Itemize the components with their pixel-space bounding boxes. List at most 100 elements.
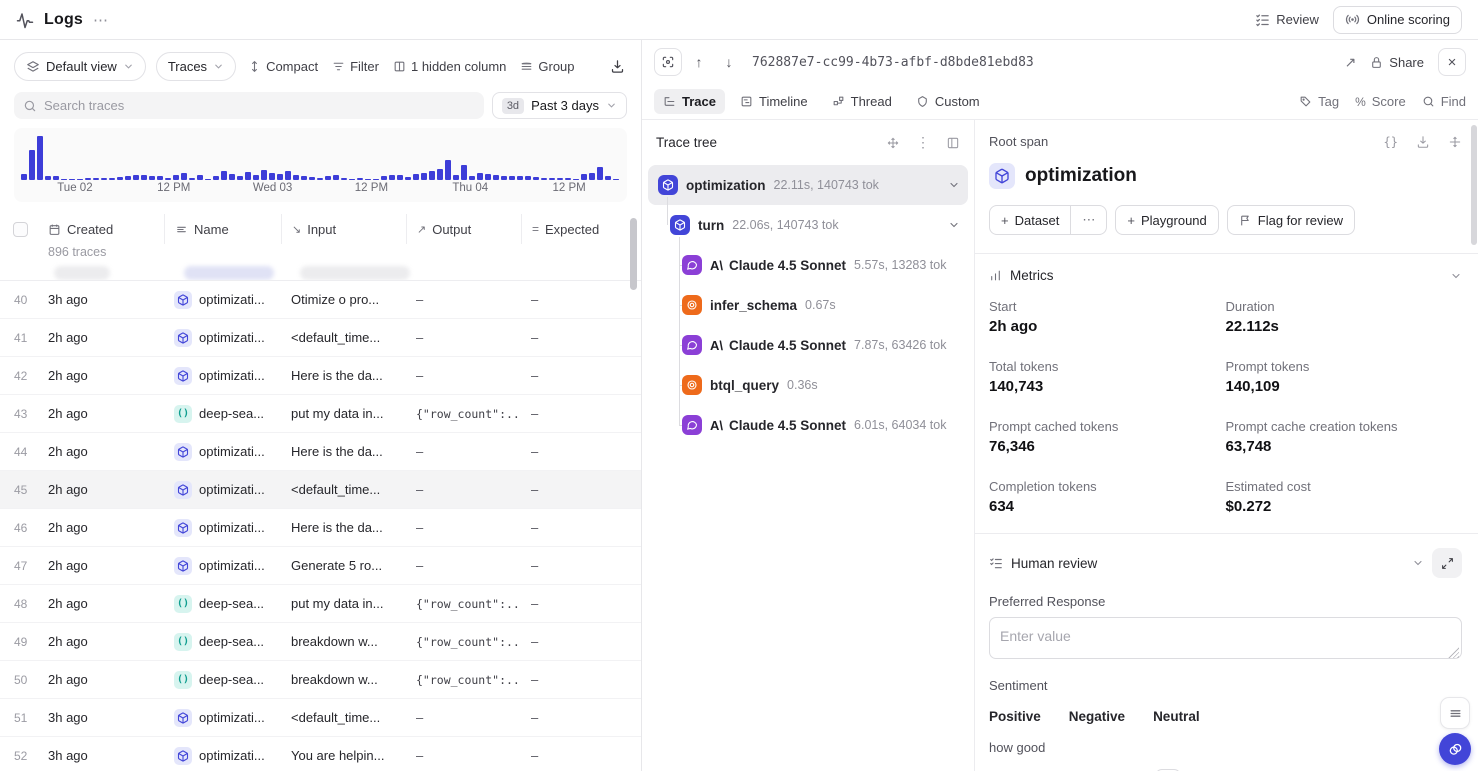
name-cell: optimizati...	[164, 329, 281, 347]
add-playground-button[interactable]: + Playground	[1116, 206, 1217, 234]
preferred-response-input[interactable]	[989, 617, 1462, 659]
view-select[interactable]: Default view	[14, 52, 146, 81]
tag-button[interactable]: Tag	[1299, 94, 1339, 109]
hidden-column-button[interactable]: 1 hidden column	[391, 59, 508, 74]
percent-icon: %	[1355, 95, 1366, 109]
output-cell: {"row_count":...	[406, 673, 521, 687]
select-all-checkbox[interactable]	[13, 222, 28, 237]
json-view-button[interactable]: {}	[1384, 135, 1398, 149]
flag-icon	[1239, 214, 1252, 227]
metric-item: Start2h ago	[989, 299, 1226, 335]
histogram-bar	[405, 177, 411, 180]
open-in-new-icon[interactable]: ↗	[1345, 54, 1357, 71]
table-row[interactable]: 472h agooptimizati...Generate 5 ro...––	[0, 547, 641, 585]
floating-menu-button[interactable]	[1440, 697, 1470, 729]
column-header-output[interactable]: ↗ Output	[406, 214, 521, 244]
compact-toggle[interactable]: Compact	[246, 59, 320, 74]
chevron-down-icon[interactable]	[948, 219, 960, 231]
column-header-name[interactable]: Name	[164, 214, 281, 244]
filter-button[interactable]: Filter	[330, 59, 381, 74]
left-scrollbar[interactable]	[630, 218, 637, 290]
tab-thread[interactable]: Thread	[823, 89, 901, 114]
row-number: 50	[0, 673, 38, 687]
tab-timeline[interactable]: Timeline	[731, 89, 817, 114]
close-panel-button[interactable]: ×	[1438, 48, 1466, 76]
column-icon	[393, 60, 406, 73]
table-row[interactable]: 422h agooptimizati...Here is the da...––	[0, 357, 641, 395]
dataset-more-button[interactable]: ⋯	[1070, 206, 1106, 234]
right-scrollbar[interactable]	[1471, 125, 1477, 245]
tree-span-turn[interactable]: turn22.06s, 140743 tok	[648, 205, 968, 245]
group-button[interactable]: Group	[518, 59, 576, 74]
tree-span-infer-schema[interactable]: infer_schema0.67s	[648, 285, 968, 325]
prev-trace-button[interactable]: ↑	[686, 49, 712, 75]
histogram-bar	[381, 176, 387, 180]
add-dataset-button[interactable]: + Dataset	[990, 206, 1070, 234]
expected-cell: –	[521, 710, 641, 725]
metrics-section-header[interactable]: Metrics	[989, 268, 1462, 283]
more-menu-button[interactable]: ⋯	[93, 11, 109, 29]
human-review-header[interactable]: Human review	[989, 548, 1462, 578]
expand-all-icon[interactable]	[1448, 135, 1462, 149]
panel-layout-icon[interactable]	[946, 136, 960, 150]
input-cell: put my data in...	[281, 596, 406, 611]
tree-span-claude-4-5-sonnet[interactable]: A\Claude 4.5 Sonnet7.87s, 63426 tok	[648, 325, 968, 365]
table-row[interactable]: 452h agooptimizati...<default_time...––	[0, 471, 641, 509]
chevron-down-icon[interactable]	[948, 179, 960, 191]
chevron-down-icon[interactable]	[1450, 270, 1462, 282]
histogram-bar	[605, 176, 611, 180]
trace-tree-title: Trace tree	[656, 135, 717, 150]
tree-menu-button[interactable]: ⋮	[916, 134, 930, 151]
task-icon	[174, 519, 192, 537]
assistant-fab[interactable]	[1439, 733, 1471, 765]
histogram-bar	[109, 178, 115, 180]
histogram-bar	[69, 179, 75, 180]
date-range-select[interactable]: 3d Past 3 days	[492, 92, 627, 119]
next-trace-button[interactable]: ↓	[716, 49, 742, 75]
histogram-bar	[253, 175, 259, 180]
download-button[interactable]	[608, 59, 627, 74]
column-header-input[interactable]: ↘ Input	[281, 214, 406, 244]
tree-span-btql-query[interactable]: btql_query0.36s	[648, 365, 968, 405]
table-row[interactable]: 502h ago()deep-sea...breakdown w...{"row…	[0, 661, 641, 699]
table-row[interactable]: 412h agooptimizati...<default_time...––	[0, 319, 641, 357]
output-cell: {"row_count":...	[406, 597, 521, 611]
tree-span-claude-4-5-sonnet[interactable]: A\Claude 4.5 Sonnet5.57s, 13283 tok	[648, 245, 968, 285]
table-row[interactable]: 403h agooptimizati...Otimize o pro...––	[0, 281, 641, 319]
table-row[interactable]: 442h agooptimizati...Here is the da...––	[0, 433, 641, 471]
column-header-expected[interactable]: = Expected	[521, 214, 641, 244]
expand-review-button[interactable]	[1432, 548, 1462, 578]
focus-span-button[interactable]	[654, 48, 682, 76]
histogram-bar	[445, 160, 451, 180]
tab-custom[interactable]: Custom	[907, 89, 989, 114]
download-span-button[interactable]	[1416, 135, 1430, 149]
chevron-down-icon[interactable]	[1412, 557, 1424, 569]
tree-span-optimization[interactable]: optimization22.11s, 140743 tok	[648, 165, 968, 205]
find-button[interactable]: Find	[1422, 94, 1466, 109]
table-row[interactable]: 523h agooptimizati...You are helpin...––	[0, 737, 641, 771]
share-button[interactable]: Share	[1370, 55, 1424, 70]
table-row[interactable]: 432h ago()deep-sea...put my data in...{"…	[0, 395, 641, 433]
arrow-down-right-icon: ↘	[292, 223, 301, 236]
tab-trace[interactable]: Trace	[654, 89, 725, 114]
sentiment-neutral-button[interactable]: Neutral	[1153, 709, 1200, 724]
input-cell: Otimize o pro...	[281, 292, 406, 307]
sentiment-positive-button[interactable]: Positive	[989, 709, 1041, 724]
column-header-created[interactable]: Created	[38, 214, 164, 244]
score-button[interactable]: % Score	[1355, 94, 1406, 109]
traces-histogram[interactable]: Tue 0212 PMWed 0312 PMThu 0412 PM	[14, 128, 627, 202]
search-input[interactable]	[44, 98, 475, 113]
online-scoring-button[interactable]: Online scoring	[1333, 6, 1462, 34]
table-row[interactable]: 492h ago()deep-sea...breakdown w...{"row…	[0, 623, 641, 661]
traces-select[interactable]: Traces	[156, 52, 236, 81]
histogram-bar	[37, 136, 43, 180]
flag-for-review-button[interactable]: Flag for review	[1228, 206, 1354, 234]
move-icon[interactable]	[886, 136, 900, 150]
table-row[interactable]: 482h ago()deep-sea...put my data in...{"…	[0, 585, 641, 623]
review-button[interactable]: Review	[1255, 12, 1319, 27]
table-row[interactable]: 513h agooptimizati...<default_time...––	[0, 699, 641, 737]
expected-cell: –	[521, 368, 641, 383]
tree-span-claude-4-5-sonnet[interactable]: A\Claude 4.5 Sonnet6.01s, 64034 tok	[648, 405, 968, 445]
sentiment-negative-button[interactable]: Negative	[1069, 709, 1125, 724]
table-row[interactable]: 462h agooptimizati...Here is the da...––	[0, 509, 641, 547]
